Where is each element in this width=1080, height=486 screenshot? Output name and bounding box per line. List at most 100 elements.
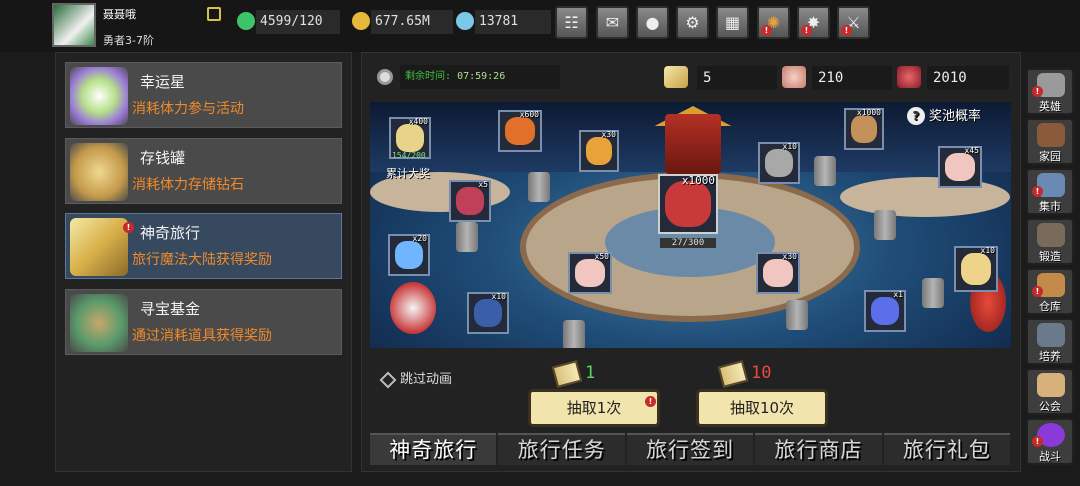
notification-badge: !	[761, 25, 772, 36]
draw-ten-button[interactable]: 抽取10次	[696, 389, 828, 427]
draw-one-button[interactable]: 抽取1次 !	[528, 389, 660, 427]
question-icon: ?	[907, 107, 925, 125]
temple	[665, 114, 721, 174]
mail-icon: ✉	[605, 13, 620, 32]
cart-icon: ☷	[564, 13, 579, 32]
skip-animation-label: 跳过动画	[400, 372, 453, 387]
draw-one-label: 抽取1次	[566, 399, 622, 417]
item-qty: x1000	[856, 108, 881, 117]
activity-desc: 消耗体力参与活动	[132, 101, 244, 117]
pink-bag-count: 210	[812, 66, 892, 90]
battle-button[interactable]: ⚔ !	[837, 6, 870, 39]
settings-button[interactable]: ⚙	[676, 6, 709, 39]
board-item-blue-crystal[interactable]: x1	[864, 290, 906, 332]
nav-label: 英雄	[1039, 100, 1061, 113]
board-item-hammer[interactable]: x10	[758, 142, 800, 184]
activity-desc: 消耗体力存储钻石	[132, 177, 244, 193]
nav-battle[interactable]: ! 战斗	[1026, 418, 1074, 465]
nav-label: 培养	[1039, 350, 1061, 363]
activity-card-magic-journey[interactable]: ! 神奇旅行 旅行魔法大陆获得奖励	[65, 213, 342, 279]
board-item-blue-ore[interactable]: x10	[467, 292, 509, 334]
item-qty: x1	[893, 290, 903, 299]
diamond-icon	[456, 12, 474, 30]
gamepad-button[interactable]: ●	[636, 6, 669, 39]
board-item-pink-bag[interactable]: x45	[938, 146, 982, 188]
skip-animation-toggle[interactable]: 跳过动画	[379, 368, 453, 388]
board-item-fire-shard[interactable]: x600	[498, 110, 542, 152]
gold-value: 677.65M	[371, 10, 453, 34]
board-item-bone[interactable]: x1000	[844, 108, 884, 150]
stone-pillar	[528, 172, 550, 202]
wheel-button[interactable]: ✺ !	[757, 6, 790, 39]
prize-rate-label: 奖池概率	[929, 109, 982, 124]
nav-home[interactable]: 家园	[1026, 118, 1074, 165]
nav-guild[interactable]: 公会	[1026, 368, 1074, 415]
blue-ore-icon	[474, 299, 502, 327]
tab-journey-signin[interactable]: 旅行签到	[626, 433, 754, 465]
nav-train[interactable]: 培养	[1026, 318, 1074, 365]
anvil-icon	[1037, 223, 1065, 247]
activity-title: 寻宝基金	[140, 300, 201, 318]
gold-coin-icon	[352, 12, 370, 30]
hammer-icon	[765, 149, 793, 177]
item-qty: x45	[964, 146, 979, 155]
gear-icon: ⚙	[685, 13, 700, 32]
draw-ten-cost: 10	[751, 363, 772, 383]
mail-button[interactable]: ✉	[596, 6, 629, 39]
timer-label: 剩余时间:	[405, 71, 452, 82]
board-item-pink-bag[interactable]: x30	[756, 252, 800, 294]
nav-market[interactable]: ! 集市	[1026, 168, 1074, 215]
stamina-value: 4599/120	[256, 10, 340, 34]
nav-label: 集市	[1039, 200, 1061, 213]
item-qty: x30	[601, 130, 616, 139]
lightning-icon	[395, 241, 423, 269]
activity-card-treasure-fund[interactable]: 寻宝基金 通过消耗道具获得奖励	[65, 289, 342, 355]
nav-label: 仓库	[1039, 300, 1061, 313]
checkbox-icon	[379, 371, 397, 388]
grand-prize-progress: 27/300	[660, 238, 716, 248]
activity-card-piggy-bank[interactable]: 存钱罐 消耗体力存储钻石	[65, 138, 342, 204]
item-qty: x600	[519, 110, 539, 119]
journey-tabs: 神奇旅行 旅行任务 旅行签到 旅行商店 旅行礼包	[370, 433, 1012, 465]
player-avatar[interactable]	[52, 3, 96, 47]
fireworks-button[interactable]: ✸ !	[797, 6, 830, 39]
golden-egg-icon	[396, 124, 424, 152]
lion-dance-character	[390, 282, 436, 334]
red-bag-count: 2010	[927, 66, 1009, 90]
nav-label: 战斗	[1039, 450, 1061, 463]
board-item-red-bag[interactable]: x5	[449, 180, 491, 222]
clock-icon	[377, 69, 393, 85]
gold-shard-icon	[586, 137, 612, 165]
board-item-grand-prize[interactable]: x1000	[658, 174, 718, 234]
notification-badge: !	[645, 396, 656, 407]
tab-journey-tasks[interactable]: 旅行任务	[498, 433, 625, 465]
item-qty: x20	[412, 234, 427, 243]
board-item-gold-shard[interactable]: x30	[579, 130, 619, 172]
tab-journey-shop[interactable]: 旅行商店	[755, 433, 882, 465]
item-qty: x10	[491, 292, 506, 301]
item-qty: x1000	[681, 174, 715, 187]
stone-pillar	[456, 222, 478, 252]
tab-journey-gift[interactable]: 旅行礼包	[883, 433, 1011, 465]
prize-rate-button[interactable]: ? 奖池概率	[907, 107, 981, 127]
nav-forge[interactable]: 锻造	[1026, 218, 1074, 265]
shop-button[interactable]: ☷	[555, 6, 588, 39]
board-item-pink-bag[interactable]: x50	[568, 252, 612, 294]
blue-crystal-icon	[871, 297, 899, 325]
player-rank: 勇者3-7阶	[103, 34, 154, 47]
gamepad-icon: ●	[645, 13, 660, 32]
activity-card-lucky-star[interactable]: 幸运星 消耗体力参与活动	[65, 62, 342, 128]
board-item-golden-egg[interactable]: x10	[954, 246, 998, 292]
activity-desc: 通过消耗道具获得奖励	[132, 328, 272, 344]
nav-hero[interactable]: ! 英雄	[1026, 68, 1074, 115]
board-item-lightning[interactable]: x20	[388, 234, 430, 276]
item-qty: x10	[782, 142, 797, 151]
gift-button[interactable]: ▦	[716, 6, 749, 39]
notification-badge: !	[801, 25, 812, 36]
edit-icon[interactable]	[207, 7, 221, 21]
stone-pillar	[786, 300, 808, 330]
nav-warehouse[interactable]: ! 仓库	[1026, 268, 1074, 315]
tab-magic-journey[interactable]: 神奇旅行	[370, 433, 497, 465]
fire-shard-icon	[505, 117, 535, 145]
ticket-icon	[664, 66, 688, 88]
